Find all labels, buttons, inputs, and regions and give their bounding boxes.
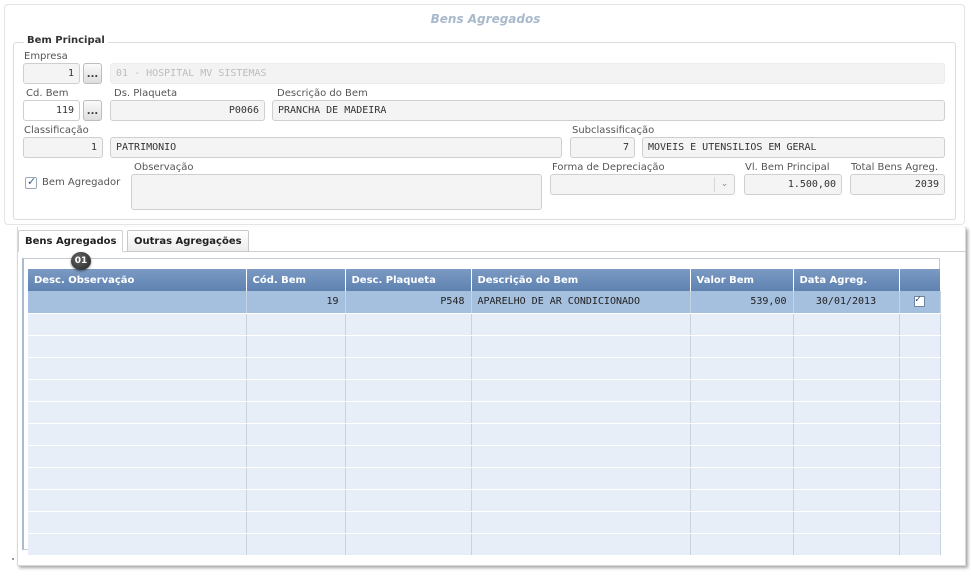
observacao-textarea[interactable]	[131, 174, 542, 210]
subclassificacao-label: Subclassificação	[572, 125, 655, 136]
window-title: Bens Agregados	[430, 12, 541, 26]
descricao-bem-field: PRANCHA DE MADEIRA	[272, 100, 945, 121]
tab-outras-agregacoes[interactable]: Outras Agregações	[127, 230, 249, 252]
total-bens-agreg-label: Total Bens Agreg.	[851, 162, 939, 173]
col-desc-observacao[interactable]: Desc. Observação	[28, 269, 247, 291]
total-bens-agreg-field: 2039	[850, 174, 945, 195]
bem-principal-legend: Bem Principal	[24, 35, 108, 46]
vl-bem-principal-label: Vl. Bem Principal	[745, 162, 830, 173]
empresa-lookup-button[interactable]: ...	[83, 63, 102, 84]
table-row-empty[interactable]	[28, 401, 941, 424]
subclassificacao-name-field: MOVEIS E UTENSILIOS EM GERAL	[642, 137, 945, 158]
col-data-agreg[interactable]: Data Agreg.	[793, 269, 900, 291]
empresa-name-field: 01 - HOSPITAL MV SISTEMAS	[110, 63, 945, 84]
table-row-empty[interactable]	[28, 511, 941, 534]
cell-cod-bem[interactable]: 19	[246, 291, 346, 314]
table-row-empty[interactable]	[28, 357, 941, 380]
col-descricao-bem[interactable]: Descrição do Bem	[471, 269, 691, 291]
empresa-label: Empresa	[24, 51, 68, 62]
table-row[interactable]: 19 P548 APARELHO DE AR CONDICIONADO 539,…	[28, 291, 941, 314]
forma-depreciacao-select[interactable]: ⌄	[550, 174, 735, 195]
col-valor-bem[interactable]: Valor Bem	[690, 269, 794, 291]
chevron-down-icon: ⌄	[714, 177, 734, 192]
vl-bem-principal-field: 1.500,00	[744, 174, 842, 195]
cell-check[interactable]	[899, 291, 941, 314]
table-row-empty[interactable]	[28, 379, 941, 402]
step-badge: 01	[71, 252, 91, 270]
grid-header-row: Desc. Observação Cód. Bem Desc. Plaqueta…	[28, 269, 941, 291]
cell-data[interactable]: 30/01/2013	[793, 291, 900, 314]
ds-plaqueta-label: Ds. Plaqueta	[114, 88, 178, 99]
table-row-empty[interactable]	[28, 489, 941, 512]
bem-agregador-label: Bem Agregador	[42, 177, 121, 188]
classificacao-label: Classificação	[24, 125, 89, 136]
col-desc-plaqueta[interactable]: Desc. Plaqueta	[345, 269, 472, 291]
cd-bem-label: Cd. Bem	[26, 88, 69, 99]
observacao-label: Observação	[134, 162, 194, 173]
table-row-empty[interactable]	[28, 335, 941, 358]
classificacao-code-field: 1	[23, 137, 103, 158]
table-row-empty[interactable]	[28, 445, 941, 468]
cell-plaqueta[interactable]: P548	[345, 291, 472, 314]
cell-valor[interactable]: 539,00	[690, 291, 794, 314]
ds-plaqueta-field: P0066	[110, 100, 265, 121]
row-checkbox[interactable]	[914, 294, 925, 307]
subclassificacao-code-field: 7	[570, 137, 635, 158]
table-row-empty[interactable]	[28, 467, 941, 490]
cd-bem-input[interactable]: 119	[23, 100, 80, 121]
descricao-bem-label: Descrição do Bem	[277, 88, 368, 99]
bens-agregados-grid: Desc. Observação Cód. Bem Desc. Plaqueta…	[28, 269, 941, 556]
cd-bem-lookup-button[interactable]: ...	[83, 100, 102, 121]
empresa-code-input[interactable]: 1	[23, 63, 80, 84]
forma-depreciacao-label: Forma de Depreciação	[552, 162, 665, 173]
col-check	[899, 269, 941, 291]
col-cod-bem[interactable]: Cód. Bem	[246, 269, 346, 291]
cell-observacao[interactable]	[28, 291, 247, 314]
table-row-empty[interactable]	[28, 313, 941, 336]
cell-descricao[interactable]: APARELHO DE AR CONDICIONADO	[471, 291, 691, 314]
table-row-empty[interactable]	[28, 533, 941, 556]
table-row-empty[interactable]	[28, 423, 941, 446]
classificacao-name-field: PATRIMONIO	[110, 137, 562, 158]
resize-marker	[12, 558, 14, 560]
bem-agregador-checkbox[interactable]	[25, 175, 37, 189]
tab-bens-agregados[interactable]: Bens Agregados	[18, 230, 124, 252]
